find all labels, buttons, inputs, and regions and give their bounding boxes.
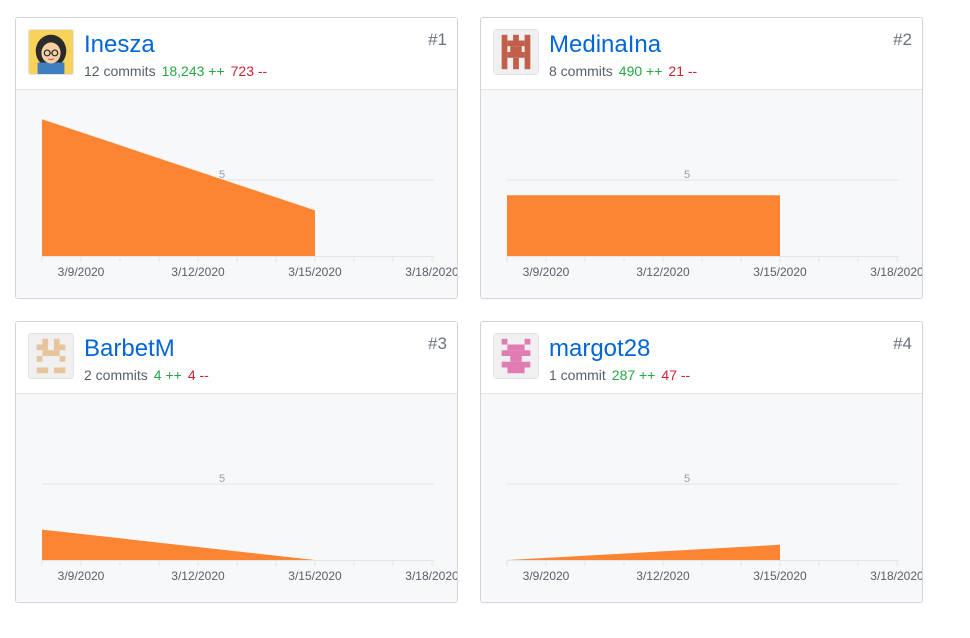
y-tick-label: 5: [684, 473, 690, 485]
deletions-count: 47 --: [661, 367, 691, 383]
deletions-count: 4 --: [187, 367, 209, 383]
commit-stats: 12 commits 18,243 ++ 723 --: [84, 62, 267, 80]
x-tick-label: 3/15/2020: [288, 265, 342, 279]
x-tick-label: 3/12/2020: [171, 265, 225, 279]
username-link[interactable]: MedinaIna: [549, 30, 661, 60]
x-tick-label: 3/12/2020: [636, 265, 690, 279]
avatar[interactable]: [28, 29, 74, 75]
username-link[interactable]: Inesza: [84, 30, 155, 60]
x-tick-label: 3/12/2020: [636, 569, 690, 583]
rank-label: #3: [428, 334, 447, 353]
chart-svg: 5 3/9/2020 3/12/2020 3/15/2020 3/18/2020: [506, 473, 922, 583]
additions-count: 490 ++: [618, 63, 663, 79]
username-link[interactable]: BarbetM: [84, 334, 175, 364]
x-tick-label: 3/15/2020: [753, 265, 807, 279]
avatar[interactable]: [28, 333, 74, 379]
card-header: MedinaIna 8 commits 490 ++ 21 -- #2: [481, 18, 922, 90]
deletions-count: 723 --: [230, 63, 268, 79]
avatar[interactable]: [493, 333, 539, 379]
commit-stats: 1 commit 287 ++ 47 --: [549, 366, 690, 384]
commit-stats: 8 commits 490 ++ 21 --: [549, 62, 697, 80]
x-tick-label: 3/18/2020: [405, 569, 457, 583]
identicon-avatar-icon: [494, 334, 538, 378]
card-header: margot28 1 commit 287 ++ 47 -- #4: [481, 322, 922, 394]
contributor-card: Inesza 12 commits 18,243 ++ 723 -- #1 5 3/9…: [15, 17, 458, 299]
contributor-card: MedinaIna 8 commits 490 ++ 21 -- #2 5 3/9/2…: [480, 17, 923, 299]
contribution-area: [42, 529, 315, 560]
deletions-count: 21 --: [668, 63, 698, 79]
commit-count: 12 commits: [84, 63, 156, 79]
identicon-avatar-icon: [494, 30, 538, 74]
chart-svg: 5 3/9/2020 3/12/2020 3/15/2020 3/18/2020: [41, 473, 457, 583]
x-tick-label: 3/9/2020: [523, 569, 570, 583]
contribution-chart: 5 3/9/2020 3/12/2020 3/15/2020 3/18/2020: [481, 394, 922, 602]
x-tick-label: 3/18/2020: [870, 265, 922, 279]
contributor-card: margot28 1 commit 287 ++ 47 -- #4 5 3/9/202…: [480, 321, 923, 603]
contribution-chart: 5 3/9/2020 3/12/2020 3/15/2020 3/18/2020: [16, 394, 457, 602]
chart-svg: 53/9/2020 3/12/2020 3/15/2020 3/18/2020: [41, 119, 457, 279]
commit-count: 2 commits: [84, 367, 148, 383]
commit-count: 1 commit: [549, 367, 606, 383]
x-tick-label: 3/9/2020: [523, 265, 570, 279]
x-tick-label: 3/12/2020: [171, 569, 225, 583]
identicon-avatar-icon: [29, 334, 73, 378]
rank-label: #2: [893, 30, 912, 49]
cartoon-girl-avatar-icon: [29, 30, 73, 74]
x-tick-label: 3/9/2020: [58, 569, 105, 583]
contribution-chart: 5 3/9/2020 3/12/2020 3/15/2020 3/18/2020: [16, 90, 457, 298]
additions-count: 287 ++: [611, 367, 656, 383]
contribution-area: [42, 119, 315, 256]
x-tick-label: 3/15/2020: [288, 569, 342, 583]
contributor-card: BarbetM 2 commits 4 ++ 4 -- #3 5 3/9/2020 3/…: [15, 321, 458, 603]
rank-label: #4: [893, 334, 912, 353]
rank-label: #1: [428, 30, 447, 49]
x-tick-label: 3/9/2020: [58, 265, 105, 279]
avatar[interactable]: [493, 29, 539, 75]
y-tick-label: 5: [684, 169, 690, 181]
commit-count: 8 commits: [549, 63, 613, 79]
contribution-area: [507, 195, 780, 256]
y-tick-label: 5: [219, 473, 225, 485]
commit-stats: 2 commits 4 ++ 4 --: [84, 366, 209, 384]
chart-svg: 5 3/9/2020 3/12/2020 3/15/2020 3/18/2020: [506, 169, 922, 279]
x-tick-label: 3/18/2020: [870, 569, 922, 583]
x-tick-label: 3/18/2020: [405, 265, 457, 279]
contribution-chart: 5 3/9/2020 3/12/2020 3/15/2020 3/18/2020: [481, 90, 922, 298]
additions-count: 18,243 ++: [161, 63, 225, 79]
card-header: Inesza 12 commits 18,243 ++ 723 -- #1: [16, 18, 457, 90]
x-tick-label: 3/15/2020: [753, 569, 807, 583]
card-header: BarbetM 2 commits 4 ++ 4 -- #3: [16, 322, 457, 394]
username-link[interactable]: margot28: [549, 334, 650, 364]
additions-count: 4 ++: [153, 367, 182, 383]
contribution-area: [507, 544, 780, 560]
